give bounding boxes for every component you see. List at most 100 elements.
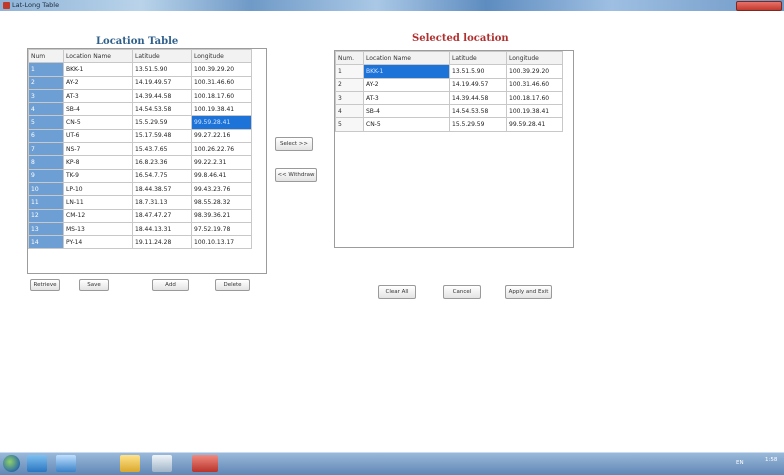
row-location-name[interactable]: SB-4 [363,104,450,119]
row-location-name[interactable]: AT-3 [363,90,450,106]
row-num[interactable]: 5 [28,115,64,130]
row-num[interactable]: 2 [335,77,364,92]
row-longitude[interactable]: 100.19.38.41 [191,102,252,117]
select-button[interactable]: Select >> [275,137,313,151]
row-latitude[interactable]: 14.19.49.57 [449,77,507,92]
row-latitude[interactable]: 19.11.24.28 [132,235,192,250]
row-longitude[interactable]: 99.22.2.31 [191,155,252,170]
table-row[interactable]: 1 BKK-1 13.51.5.90 100.39.29.20 [28,62,252,77]
row-location-name[interactable]: LP-10 [63,181,133,197]
table-row[interactable]: 4 SB-4 14.54.53.58 100.19.38.41 [335,104,563,119]
selected-location-table[interactable]: Num. Location Name Latitude Longitude 1B… [334,50,574,248]
row-num[interactable]: 13 [28,221,64,237]
row-location-name[interactable]: CN-5 [363,117,450,132]
row-num[interactable]: 1 [28,62,64,77]
row-longitude[interactable]: 100.19.38.41 [506,104,563,119]
table-row[interactable]: 8 KP-8 16.8.23.36 99.22.2.31 [28,155,252,170]
row-latitude[interactable]: 14.54.53.58 [449,104,507,119]
table-row[interactable]: 3 AT-3 14.39.44.58 100.18.17.60 [28,88,252,104]
table-row[interactable]: 2 AY-2 14.19.49.57 100.31.46.60 [335,77,563,92]
table-row[interactable]: 4 SB-4 14.54.53.58 100.19.38.41 [28,102,252,117]
delete-button[interactable]: Delete [215,279,250,291]
row-latitude[interactable]: 13.51.5.90 [449,64,507,79]
row-num[interactable]: 8 [28,155,64,170]
row-num[interactable]: 1 [335,64,364,79]
add-button[interactable]: Add [152,279,189,291]
row-location-name[interactable]: KP-8 [63,155,133,170]
retrieve-button[interactable]: Retrieve [30,279,60,291]
row-location-name[interactable]: CN-5 [63,115,133,130]
row-num[interactable]: 11 [28,195,64,210]
row-longitude[interactable]: 100.39.29.20 [191,62,252,77]
table-row[interactable]: 2 AY-2 14.19.49.57 100.31.46.60 [28,75,252,90]
row-longitude[interactable]: 99.59.28.41 [191,115,252,130]
row-num[interactable]: 7 [28,142,64,157]
row-latitude[interactable]: 18.44.13.31 [132,221,192,237]
row-longitude[interactable]: 99.27.22.16 [191,128,252,144]
row-num[interactable]: 10 [28,181,64,197]
row-location-name[interactable]: CM-12 [63,208,133,223]
row-latitude[interactable]: 13.51.5.90 [132,62,192,77]
row-latitude[interactable]: 15.5.29.59 [132,115,192,130]
row-location-name[interactable]: LN-11 [63,195,133,210]
row-location-name[interactable]: BKK-1 [63,62,133,77]
row-location-name[interactable]: PY-14 [63,235,133,250]
table-row[interactable]: 1 BKK-1 13.51.5.90 100.39.29.20 [335,64,563,79]
row-longitude[interactable]: 99.43.23.76 [191,181,252,197]
row-latitude[interactable]: 16.8.23.36 [132,155,192,170]
row-num[interactable]: 12 [28,208,64,223]
row-longitude[interactable]: 100.10.13.17 [191,235,252,250]
row-num[interactable]: 2 [28,75,64,90]
window-close-button[interactable] [736,1,782,11]
row-location-name[interactable]: AY-2 [363,77,450,92]
row-longitude[interactable]: 97.52.19.78 [191,221,252,237]
row-latitude[interactable]: 15.17.59.48 [132,128,192,144]
row-latitude[interactable]: 16.54.7.75 [132,168,192,183]
row-longitude[interactable]: 100.31.46.60 [506,77,563,92]
lat-long-app-icon[interactable] [192,455,218,472]
language-indicator[interactable]: EN [736,460,744,466]
document-icon[interactable] [152,455,172,472]
folder-icon[interactable] [120,455,140,472]
table-row[interactable]: 5 CN-5 15.5.29.59 99.59.28.41 [335,117,563,132]
row-latitude[interactable]: 18.47.47.27 [132,208,192,223]
row-latitude[interactable]: 18.44.38.57 [132,181,192,197]
table-row[interactable]: 11 LN-11 18.7.31.13 98.55.28.32 [28,195,252,210]
row-location-name[interactable]: SB-4 [63,102,133,117]
row-longitude[interactable]: 100.31.46.60 [191,75,252,90]
row-num[interactable]: 14 [28,235,64,250]
row-longitude[interactable]: 99.8.46.41 [191,168,252,183]
cancel-button[interactable]: Cancel [443,285,481,299]
row-location-name[interactable]: NS-7 [63,142,133,157]
withdraw-button[interactable]: << Withdraw [275,168,317,182]
col-header-num[interactable]: Num. [335,51,364,66]
col-header-longitude[interactable]: Longitude [506,51,563,66]
row-location-name[interactable]: MS-13 [63,221,133,237]
row-latitude[interactable]: 15.5.29.59 [449,117,507,132]
row-location-name[interactable]: AT-3 [63,88,133,104]
ie-icon[interactable] [27,455,47,472]
row-latitude[interactable]: 14.39.44.58 [132,88,192,104]
table-row[interactable]: 12 CM-12 18.47.47.27 98.39.36.21 [28,208,252,223]
row-num[interactable]: 3 [28,88,64,104]
table-row[interactable]: 6 UT-6 15.17.59.48 99.27.22.16 [28,128,252,144]
table-row[interactable]: 5 CN-5 15.5.29.59 99.59.28.41 [28,115,252,130]
row-latitude[interactable]: 14.39.44.58 [449,90,507,106]
row-longitude[interactable]: 100.39.29.20 [506,64,563,79]
table-row[interactable]: 3 AT-3 14.39.44.58 100.18.17.60 [335,90,563,106]
col-header-num[interactable]: Num [28,49,64,64]
table-row[interactable]: 14 PY-14 19.11.24.28 100.10.13.17 [28,235,252,250]
row-num[interactable]: 4 [28,102,64,117]
row-num[interactable]: 4 [335,104,364,119]
row-longitude[interactable]: 99.59.28.41 [506,117,563,132]
row-longitude[interactable]: 100.26.22.76 [191,142,252,157]
start-button[interactable] [3,455,20,472]
save-button[interactable]: Save [79,279,109,291]
row-location-name[interactable]: BKK-1 [363,64,450,79]
apply-and-exit-button[interactable]: Apply and Exit [505,285,552,299]
row-num[interactable]: 3 [335,90,364,106]
col-header-location-name[interactable]: Location Name [363,51,450,66]
row-longitude[interactable]: 100.18.17.60 [506,90,563,106]
row-latitude[interactable]: 18.7.31.13 [132,195,192,210]
table-row[interactable]: 9 TK-9 16.54.7.75 99.8.46.41 [28,168,252,183]
